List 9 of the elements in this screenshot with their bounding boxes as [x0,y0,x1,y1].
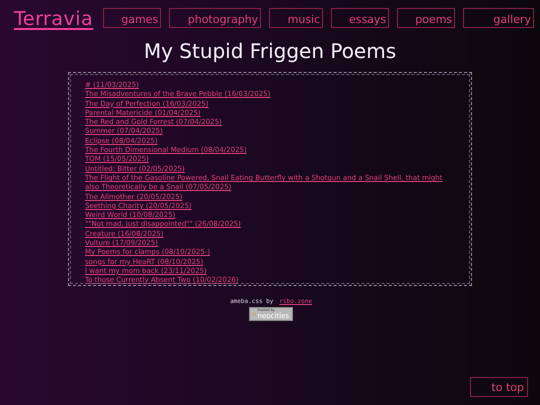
nav-link[interactable]: games [103,8,162,28]
nav-link[interactable]: gallery [463,8,534,28]
site-logo-link[interactable]: Terravia [14,8,94,30]
nav-link[interactable]: essays [331,8,390,28]
nav-link[interactable]: music [269,8,324,28]
nav-link[interactable]: photography [169,8,262,28]
to-top-button[interactable]: to top [470,377,528,397]
nav-link[interactable]: poems [397,8,456,28]
page-title: My Stupid Friggen Poems [142,38,398,64]
